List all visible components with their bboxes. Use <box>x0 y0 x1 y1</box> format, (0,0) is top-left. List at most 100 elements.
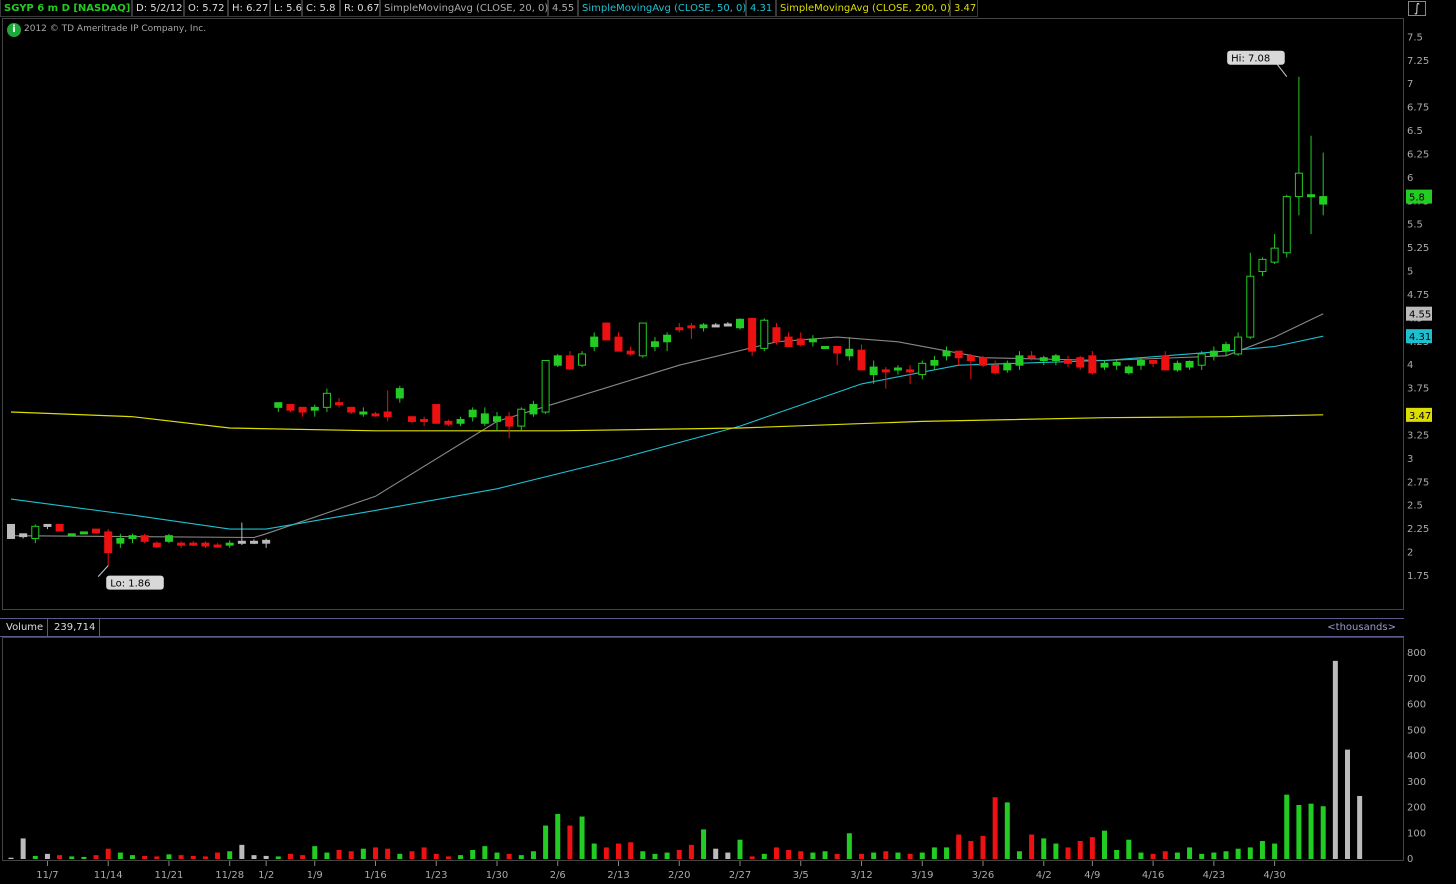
price-axis-tick-label: 5.25 <box>1407 243 1429 254</box>
candle-body <box>699 324 708 329</box>
candle-body <box>250 540 258 544</box>
candle-body <box>493 416 501 422</box>
candle-body <box>602 322 611 341</box>
price-axis-tick-label: 2.5 <box>1407 501 1423 512</box>
price-axis-tick-label: 6 <box>1407 173 1413 184</box>
x-axis-tick-label: 1/23 <box>425 870 447 881</box>
x-axis-tick-label: 4/30 <box>1263 870 1285 881</box>
candle-body <box>565 355 574 370</box>
candle-body <box>55 523 64 532</box>
candle-body <box>359 411 368 415</box>
price-axis-tick-label: 7 <box>1407 79 1413 90</box>
x-axis-tick-label: 3/19 <box>911 870 933 881</box>
candle-body <box>687 325 696 329</box>
candle-body <box>1282 196 1291 254</box>
volume-bar <box>591 843 597 859</box>
price-tag-label: 3.47 <box>1409 411 1431 422</box>
annotation-pointer <box>97 565 109 577</box>
price-axis-tick-label: 7.5 <box>1407 32 1423 43</box>
volume-bar <box>1308 803 1314 859</box>
volume-bar <box>1259 840 1265 859</box>
candle-body <box>954 350 963 359</box>
volume-bar <box>312 846 318 859</box>
candle-body <box>991 364 1000 374</box>
volume-axis-tick-label: 500 <box>1407 725 1426 736</box>
volume-bar <box>1041 838 1047 859</box>
candle-body <box>7 523 15 539</box>
candle-body <box>201 542 210 547</box>
price-axis-tick-label: 6.5 <box>1407 126 1423 137</box>
candle-body <box>1270 247 1279 263</box>
x-axis-tick-label: 2/6 <box>550 870 566 881</box>
volume-bar <box>373 847 378 859</box>
volume-bar <box>44 853 50 859</box>
volume-bar <box>32 855 38 859</box>
x-axis-tick-label: 1/9 <box>307 870 323 881</box>
candle-body <box>19 533 28 538</box>
volume-bar <box>348 851 354 859</box>
candle-body <box>650 341 659 347</box>
candle-body <box>1185 360 1194 368</box>
volume-bar <box>737 839 743 859</box>
volume-bar <box>1126 839 1132 859</box>
volume-bar <box>1150 853 1156 859</box>
candle-body <box>906 369 915 373</box>
volume-bar <box>1332 660 1338 859</box>
volume-bar <box>275 856 281 859</box>
volume-bar <box>433 853 439 859</box>
volume-bar <box>385 848 391 859</box>
candle-body <box>590 336 599 347</box>
candle-body <box>1100 362 1109 368</box>
candle-body <box>79 531 88 535</box>
volume-bar <box>1053 843 1059 859</box>
volume-bar <box>81 856 87 859</box>
volume-bar <box>1016 851 1022 859</box>
volume-bar <box>616 843 621 859</box>
candle-body <box>1039 357 1048 362</box>
volume-bar <box>640 851 646 859</box>
candle-body <box>335 402 344 406</box>
volume-bar <box>688 844 694 859</box>
volume-bar <box>749 856 755 859</box>
volume-bar <box>907 853 913 859</box>
candle-body <box>383 411 392 418</box>
candle-body <box>1149 360 1158 364</box>
volume-bar <box>822 851 828 859</box>
volume-bar <box>178 855 184 859</box>
volume-bar <box>883 851 889 859</box>
candle-body <box>966 355 975 362</box>
volume-bar <box>1102 830 1107 859</box>
candle-body <box>638 322 647 357</box>
candle-body <box>796 338 805 346</box>
candle-body <box>152 542 161 548</box>
candle-body <box>748 317 757 352</box>
candle-body <box>1003 362 1012 371</box>
volume-axis-tick-label: 700 <box>1407 674 1426 685</box>
volume-bar <box>968 840 974 859</box>
volume-bar <box>130 855 135 859</box>
candle-body <box>407 416 416 422</box>
x-axis-tick-label: 1/2 <box>258 870 274 881</box>
candle-body <box>1246 275 1255 338</box>
volume-bar <box>1247 847 1253 859</box>
volume-bar <box>57 855 63 859</box>
candle-body <box>723 323 732 327</box>
volume-bar <box>579 816 585 859</box>
volume-bar <box>713 848 719 859</box>
candle-body <box>104 531 113 554</box>
x-axis-tick-label: 4/16 <box>1142 870 1164 881</box>
sma50-line <box>10 335 1324 530</box>
candle-body <box>347 406 356 413</box>
candle-body <box>979 357 987 366</box>
volume-bar <box>664 852 670 859</box>
candle-body <box>869 366 878 376</box>
candle-body <box>395 388 404 399</box>
volume-bar <box>1272 843 1278 859</box>
candle-body <box>663 334 672 343</box>
volume-axis-tick-label: 400 <box>1407 751 1426 762</box>
candle-body <box>833 345 842 354</box>
volume-bar <box>1138 852 1144 859</box>
price-axis-tick-label: 4 <box>1407 360 1413 371</box>
volume-bar <box>834 853 840 859</box>
volume-bar <box>470 849 476 859</box>
